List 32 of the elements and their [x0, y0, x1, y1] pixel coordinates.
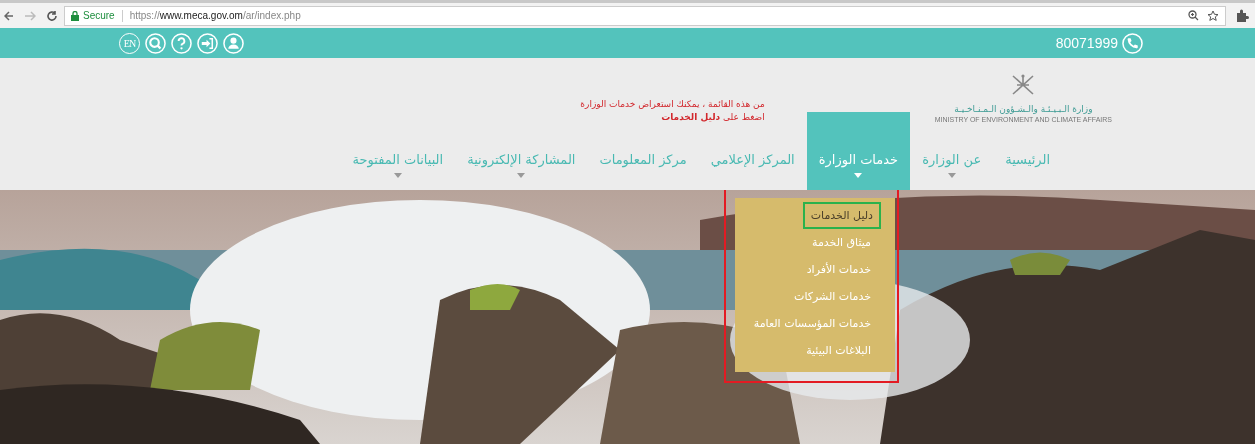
ministry-name: وزارة الـبـيـئـة والـشـؤون الـمـنـاخـيـة [954, 103, 1093, 115]
nav-item[interactable]: الرئيسية [993, 128, 1062, 190]
search-icon[interactable] [145, 32, 166, 54]
secure-label: Secure [83, 10, 115, 21]
zoom-icon[interactable] [1188, 9, 1199, 21]
nav-item[interactable]: المركز الإعلامي [698, 128, 807, 190]
lock-icon [71, 10, 79, 21]
url-text: https://www.meca.gov.om/ar/index.php [129, 10, 301, 21]
nav-item[interactable]: خدمات الوزارة [806, 112, 911, 190]
menu-item[interactable]: خدمات المؤسسات العامة [751, 310, 873, 337]
menu-item[interactable]: خدمات الأفراد [804, 256, 873, 283]
user-icon[interactable] [223, 32, 244, 54]
nav-item[interactable]: المشاركة الإلكترونية [455, 128, 588, 190]
nav-item[interactable]: البيانات المفتوحة [340, 128, 456, 190]
phone-number[interactable]: 80071999 [1055, 35, 1118, 51]
menu-item[interactable]: خدمات الشركات [792, 283, 873, 310]
nav-item[interactable]: مركز المعلومات [587, 128, 699, 190]
help-icon[interactable] [171, 32, 192, 54]
star-icon[interactable] [1207, 9, 1219, 22]
menu-item[interactable]: ميثاق الخدمة [810, 229, 873, 256]
forward-icon[interactable] [24, 9, 36, 22]
phone-icon[interactable] [1122, 32, 1143, 54]
reload-icon[interactable] [46, 9, 58, 22]
menu-item[interactable]: دليل الخدمات [802, 202, 881, 229]
puzzle-icon[interactable] [1236, 9, 1249, 22]
hint-text: اضغط على دليل الخدمات [660, 111, 765, 124]
address-bar[interactable]: Secure https://www.meca.gov.om/ar/index.php [64, 5, 1226, 26]
login-icon[interactable] [197, 32, 218, 54]
back-icon[interactable] [4, 9, 14, 22]
nav-item[interactable]: عن الوزارة [910, 128, 994, 190]
menu-item[interactable]: البلاغات البيئية [804, 337, 873, 364]
hint-text: من هذه القائمة ، يمكنك استعراض خدمات الوزارة [580, 98, 765, 111]
